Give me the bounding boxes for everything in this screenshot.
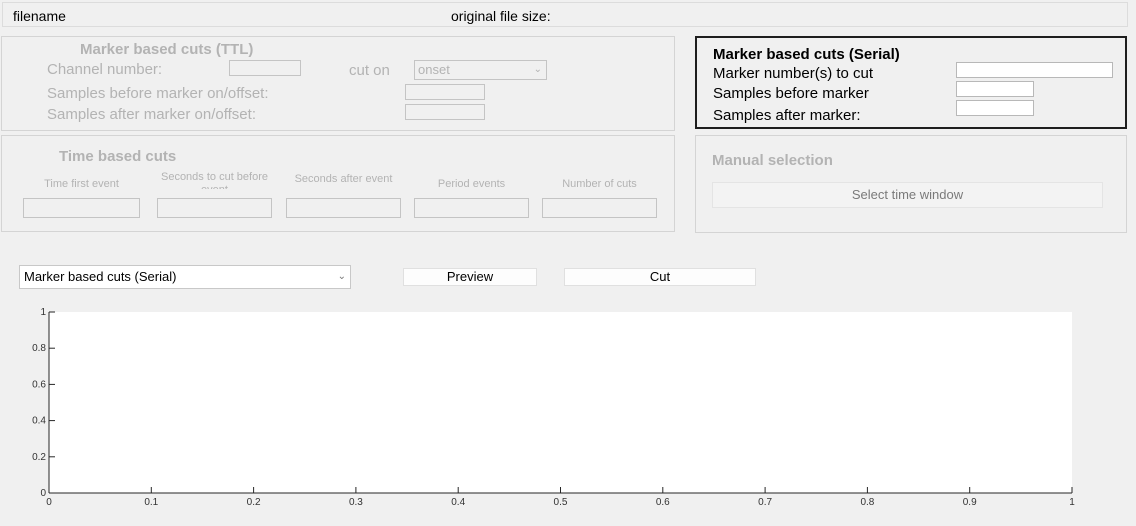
- channel-number-label: Channel number:: [47, 61, 163, 78]
- y-tick-label: 0.2: [32, 452, 46, 463]
- x-tick-label: 0.9: [963, 497, 977, 508]
- seconds-after-input[interactable]: [286, 198, 401, 218]
- time-cuts-panel: Time based cuts Time first event Seconds…: [1, 135, 675, 232]
- x-tick-label: 1: [1069, 497, 1075, 508]
- manual-panel-title: Manual selection: [712, 152, 833, 169]
- time-panel-title: Time based cuts: [59, 148, 177, 165]
- seconds-after-label: Seconds after event: [294, 173, 393, 185]
- serial-cuts-panel: Marker based cuts (Serial) Marker number…: [695, 36, 1127, 129]
- x-tick-label: 0: [46, 497, 52, 508]
- plot-area: [49, 312, 1072, 493]
- y-tick-label: 0.4: [32, 416, 46, 427]
- x-tick-label: 0.2: [247, 497, 261, 508]
- number-of-cuts-label: Number of cuts: [562, 178, 637, 190]
- serial-samples-after-label: Samples after marker:: [713, 107, 861, 124]
- cut-mode-select[interactable]: Marker based cuts (Serial) ⌄: [19, 265, 351, 289]
- seconds-before-input[interactable]: [157, 198, 272, 218]
- seconds-before-label: Seconds to cut before event: [160, 171, 268, 189]
- x-tick-label: 0.7: [758, 497, 772, 508]
- y-tick-label: 0.8: [32, 343, 46, 354]
- ttl-cuts-panel: Marker based cuts (TTL) Channel number: …: [1, 36, 675, 131]
- x-tick-label: 0.4: [451, 497, 465, 508]
- chevron-down-icon: ⌄: [337, 271, 346, 282]
- cut-on-label: cut on: [349, 62, 390, 79]
- period-events-input[interactable]: [414, 198, 529, 218]
- samples-after-label: Samples after marker on/offset:: [47, 106, 256, 123]
- preview-button[interactable]: Preview: [403, 268, 537, 286]
- x-tick-label: 0.8: [860, 497, 874, 508]
- cut-on-value: onset: [418, 62, 450, 77]
- marker-numbers-input[interactable]: [956, 62, 1113, 78]
- cut-mode-value: Marker based cuts (Serial): [24, 269, 177, 284]
- samples-after-input[interactable]: [405, 104, 485, 120]
- cut-button[interactable]: Cut: [564, 268, 756, 286]
- x-tick-label: 0.5: [554, 497, 568, 508]
- time-first-event-input[interactable]: [23, 198, 140, 218]
- y-tick-label: 1: [40, 307, 46, 318]
- x-tick-label: 0.3: [349, 497, 363, 508]
- filename-label: filename: [13, 8, 66, 24]
- serial-samples-after-input[interactable]: [956, 100, 1034, 116]
- period-events-label: Period events: [437, 178, 506, 190]
- ttl-panel-title: Marker based cuts (TTL): [80, 41, 254, 58]
- cut-on-select[interactable]: onset ⌄: [414, 60, 547, 80]
- serial-samples-before-label: Samples before marker: [713, 85, 869, 102]
- select-time-window-button[interactable]: Select time window: [712, 182, 1103, 208]
- channel-number-input[interactable]: [229, 60, 301, 76]
- time-first-event-label: Time first event: [44, 178, 119, 190]
- number-of-cuts-input[interactable]: [542, 198, 657, 218]
- x-tick-label: 0.1: [144, 497, 158, 508]
- x-tick-label: 0.6: [656, 497, 670, 508]
- samples-before-label: Samples before marker on/offset:: [47, 85, 269, 102]
- preview-plot: 0 0.1 0.2 0.3 0.4 0.5 0.6 0.7 0.8 0.9 1 0 0.2 0.4 0.6 0…: [32, 307, 1075, 508]
- serial-panel-title: Marker based cuts (Serial): [713, 46, 900, 63]
- chevron-down-icon: ⌄: [533, 64, 542, 75]
- filesize-label: original file size:: [451, 8, 551, 24]
- serial-samples-before-input[interactable]: [956, 81, 1034, 97]
- manual-selection-panel: Manual selection Select time window: [695, 135, 1127, 233]
- y-tick-label: 0.6: [32, 379, 46, 390]
- file-info-bar: filename original file size:: [2, 2, 1128, 27]
- marker-numbers-label: Marker number(s) to cut: [713, 65, 874, 82]
- samples-before-input[interactable]: [405, 84, 485, 100]
- y-tick-label: 0: [40, 488, 46, 499]
